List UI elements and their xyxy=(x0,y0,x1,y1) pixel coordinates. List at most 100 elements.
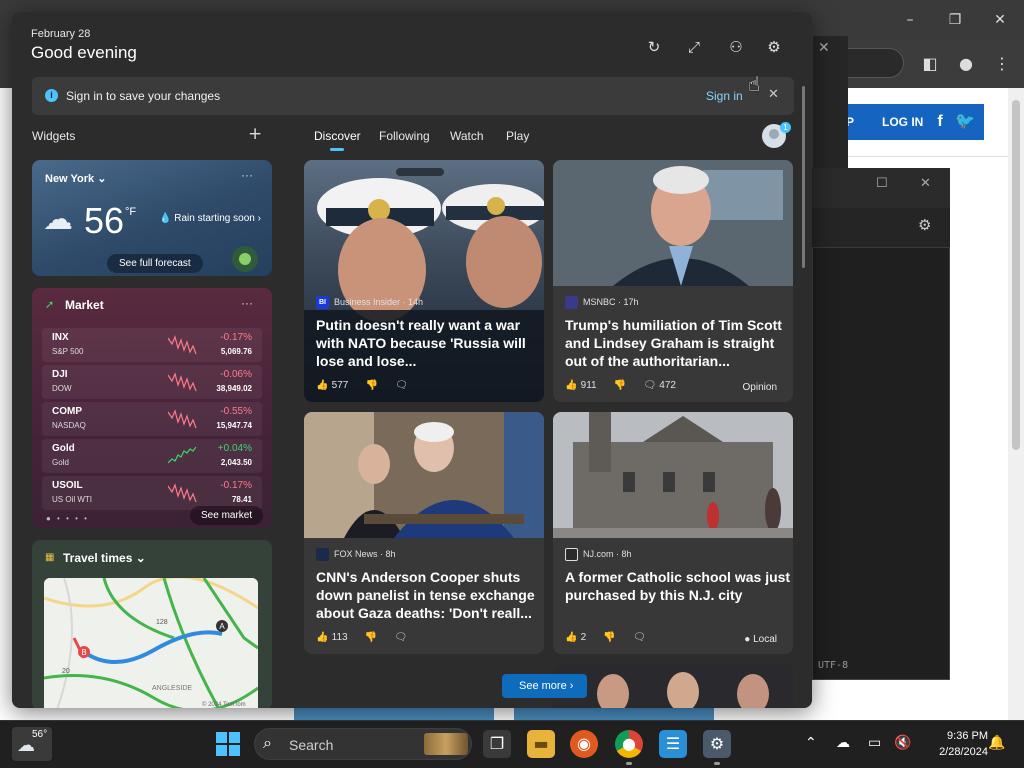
more-options-icon[interactable]: ··· xyxy=(241,296,253,310)
display-icon[interactable]: ▭ xyxy=(868,735,881,751)
dislike-icon[interactable]: 👎 xyxy=(614,380,626,391)
settings-app-icon[interactable]: ⚙ xyxy=(703,730,731,758)
clock[interactable]: 9:36 PM 2/28/2024 xyxy=(924,728,988,760)
menu-icon[interactable]: ⋮ xyxy=(992,54,1012,74)
signin-link[interactable]: Sign in xyxy=(706,89,743,103)
market-price: 38,949.02 xyxy=(216,384,252,393)
dialog-settings-icon[interactable]: ⚙ xyxy=(918,216,931,234)
like-icon[interactable]: 👍 911 xyxy=(565,380,597,391)
market-symbol: COMP xyxy=(52,406,82,417)
volume-muted-icon[interactable]: 🔇 xyxy=(894,735,911,751)
news-source[interactable]: BI Business Insider · 14h xyxy=(316,296,423,309)
market-row[interactable]: DJI DOW -0.06% 38,949.02 xyxy=(42,365,262,399)
news-card[interactable]: MSNBC · 17h Trump's humiliation of Tim S… xyxy=(553,160,793,402)
opinion-tag: Opinion xyxy=(742,382,777,393)
like-icon[interactable]: 👍 113 xyxy=(316,632,348,643)
news-headline[interactable]: Trump's humiliation of Tim Scott and Lin… xyxy=(565,316,791,370)
news-headline[interactable]: A former Catholic school was just purcha… xyxy=(565,568,791,604)
source-logo-icon xyxy=(565,548,578,561)
news-card[interactable] xyxy=(553,664,793,708)
market-widget[interactable]: ➚ Market ··· INX S&P 500 -0.17% 5,069.76 DJI… xyxy=(32,288,272,528)
see-full-forecast-button[interactable]: See full forecast xyxy=(107,254,203,273)
start-button[interactable] xyxy=(216,732,240,756)
map-route-label: 128 xyxy=(156,619,168,626)
minimize-icon[interactable]: – xyxy=(890,8,930,32)
feed-scrollbar[interactable] xyxy=(802,86,805,268)
twitter-icon[interactable]: 🐦 xyxy=(955,112,975,132)
market-row[interactable]: COMP NASDAQ -0.55% 15,947.74 xyxy=(42,402,262,436)
widget-badge-icon xyxy=(232,246,258,272)
notepad-icon[interactable]: ☰ xyxy=(659,730,687,758)
sidebar-toggle-icon[interactable]: ◧ xyxy=(920,54,940,74)
news-actions: 👍 911 👎 🗨 472 xyxy=(565,380,690,391)
manage-accounts-icon[interactable]: ⚇ xyxy=(725,36,747,58)
page-scrollbar-thumb[interactable] xyxy=(1012,100,1020,450)
chevron-up-icon[interactable]: ⌃ xyxy=(805,735,817,751)
close-icon[interactable]: ✕ xyxy=(980,8,1020,32)
news-headline[interactable]: Putin doesn't really want a war with NAT… xyxy=(316,316,542,370)
settings-icon[interactable]: ⚙ xyxy=(763,36,785,58)
comment-icon[interactable]: 🗨 xyxy=(633,632,646,643)
tab-play[interactable]: Play xyxy=(506,129,529,143)
comment-icon[interactable]: 🗨 472 xyxy=(643,380,676,391)
sparkline-chart xyxy=(168,483,197,503)
task-view-icon[interactable]: ❐ xyxy=(483,730,511,758)
news-card[interactable]: FOX News · 8h CNN's Anderson Cooper shut… xyxy=(304,412,544,654)
see-market-button[interactable]: See market xyxy=(190,506,264,525)
tab-watch[interactable]: Watch xyxy=(450,129,484,143)
weather-condition[interactable]: 💧 Rain starting soon › xyxy=(159,213,261,224)
traffic-map[interactable]: B A 128 20 ANGLESIDE © 2024 TomTom xyxy=(44,578,258,708)
like-icon[interactable]: 👍 577 xyxy=(316,380,348,391)
travel-times-widget[interactable]: ▦ Travel times ⌄ B A 128 20 ANGLESIDE © … xyxy=(32,540,272,708)
image-pager-icon[interactable] xyxy=(396,168,444,176)
login-link[interactable]: LOG IN xyxy=(882,104,923,140)
news-headline[interactable]: CNN's Anderson Cooper shuts down panelis… xyxy=(316,568,542,622)
see-more-button[interactable]: See more › xyxy=(502,674,588,698)
market-row[interactable]: INX S&P 500 -0.17% 5,069.76 xyxy=(42,328,262,362)
dialog-maximize-icon[interactable]: ☐ xyxy=(876,176,888,191)
marker-a-label: A xyxy=(219,622,225,631)
travel-title[interactable]: Travel times ⌄ xyxy=(63,551,146,565)
notification-bell-icon[interactable]: 🔔 xyxy=(988,735,1005,751)
chevron-down-icon: ⌄ xyxy=(135,551,146,565)
restore-icon[interactable]: ❐ xyxy=(935,8,975,32)
dislike-icon[interactable]: 👎 xyxy=(603,632,615,643)
firefox-icon[interactable]: ◉ xyxy=(570,730,598,758)
news-card[interactable]: NJ.com · 8h A former Catholic school was… xyxy=(553,412,793,654)
like-icon[interactable]: 👍 2 xyxy=(565,632,586,643)
refresh-icon[interactable]: ↻ xyxy=(643,36,665,58)
windows-logo-tile xyxy=(229,745,240,756)
comment-icon[interactable]: 🗨 xyxy=(394,632,407,643)
news-source[interactable]: MSNBC · 17h xyxy=(565,296,639,309)
chevron-down-icon: ⌄ xyxy=(97,173,107,185)
news-card[interactable]: BI Business Insider · 14h Putin doesn't r… xyxy=(304,160,544,402)
secondary-close-icon[interactable]: ✕ xyxy=(818,40,830,56)
close-icon[interactable]: ✕ xyxy=(768,87,779,102)
facebook-icon[interactable]: f xyxy=(930,112,950,132)
weather-unit: °F xyxy=(125,206,137,218)
market-row[interactable]: USOIL US Oil WTI -0.17% 78.41 xyxy=(42,476,262,510)
search-highlight-image[interactable] xyxy=(424,733,468,755)
background-strip xyxy=(294,708,494,720)
market-row[interactable]: Gold Gold +0.04% 2,043.50 xyxy=(42,439,262,473)
profile-icon[interactable]: ● xyxy=(956,54,976,74)
sparkline-chart xyxy=(168,372,197,392)
dislike-icon[interactable]: 👎 xyxy=(366,380,378,391)
dialog-close-icon[interactable]: ✕ xyxy=(920,176,931,191)
news-source[interactable]: NJ.com · 8h xyxy=(565,548,632,561)
onedrive-icon[interactable]: ☁ xyxy=(836,735,850,751)
weather-location[interactable]: New York ⌄ xyxy=(45,172,106,185)
tab-discover[interactable]: Discover xyxy=(314,129,361,143)
file-explorer-icon[interactable]: ▬ xyxy=(527,730,555,758)
chrome-icon[interactable]: ● xyxy=(615,730,643,758)
dislike-icon[interactable]: 👎 xyxy=(365,632,377,643)
add-widget-icon[interactable]: + xyxy=(248,124,262,144)
search-placeholder[interactable]: Search xyxy=(289,737,333,753)
tab-following[interactable]: Following xyxy=(379,129,430,143)
pagination-dots[interactable]: ● • • • • xyxy=(46,514,89,523)
more-options-icon[interactable]: ··· xyxy=(241,168,253,182)
expand-icon[interactable]: ⤢ xyxy=(683,36,705,58)
comment-icon[interactable]: 🗨 xyxy=(395,380,408,391)
news-source[interactable]: FOX News · 8h xyxy=(316,548,396,561)
weather-widget[interactable]: New York ⌄ ··· ☁ 56 °F 💧 Rain starting s… xyxy=(32,160,272,276)
